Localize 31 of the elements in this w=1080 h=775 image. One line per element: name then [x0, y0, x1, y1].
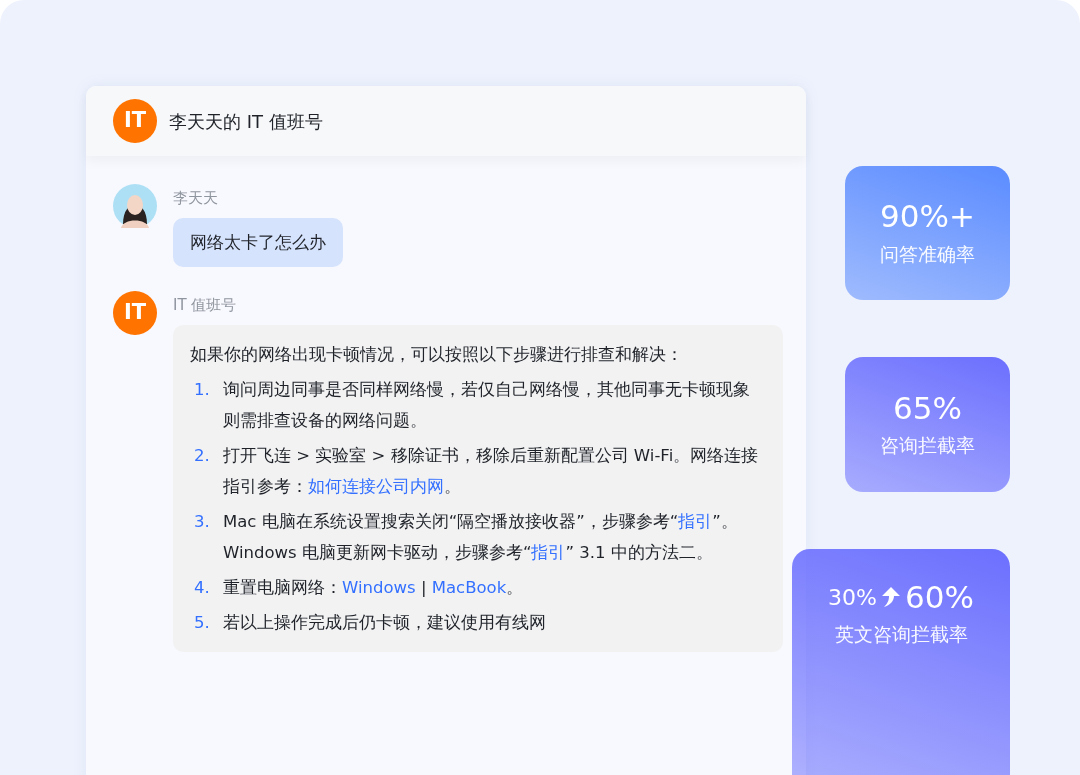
- step-text: Mac 电脑在系统设置搜索关闭“隔空播放接收器”，步骤参考“指引”。Windows 电脑更新网卡驱动，步骤参考“指引” 3.1 中的方法二。: [223, 510, 739, 564]
- sender-name: 李天天: [173, 188, 219, 209]
- message-bubble: 网络太卡了怎么办: [173, 217, 343, 267]
- step-number: 2.: [193, 444, 211, 467]
- step-number: 4.: [193, 576, 211, 599]
- link[interactable]: Windows: [342, 577, 416, 597]
- step-text: 打开飞连 > 实验室 > 移除证书，移除后重新配置公司 Wi-Fi。网络连接指引参考：如何连接公司内网。: [223, 444, 760, 498]
- step-number: 1.: [193, 378, 211, 401]
- stat-label: 咨询拦截率: [880, 432, 975, 458]
- stat-label: 问答准确率: [880, 241, 975, 267]
- arrow-up-icon: [881, 586, 901, 609]
- step-text: 重置电脑网络：Windows | MacBook。: [223, 576, 524, 599]
- stat-label: 英文咨询拦截率: [834, 622, 968, 647]
- message-text: 如果你的网络出现卡顿情况，可以按照以下步骤进行排查和解决：: [190, 343, 684, 366]
- step-text: 询问周边同事是否同样网络慢，若仅自己网络慢，其他同事无卡顿现象则需排查设备的网络问题。: [223, 378, 751, 432]
- chat-title: 李天天的 IT 值班号: [169, 109, 323, 134]
- link[interactable]: 如何连接公司内网: [308, 476, 444, 496]
- step-number: 5.: [193, 611, 211, 634]
- step-number: 3.: [193, 510, 211, 533]
- stat-value: 60%: [905, 578, 974, 616]
- avatar-icon: [113, 184, 157, 228]
- stat-value: 65%: [893, 389, 962, 427]
- sender-name: IT 值班号: [173, 295, 238, 316]
- link[interactable]: 指引: [678, 511, 713, 531]
- stat-before: 30%: [828, 583, 877, 612]
- stat-value: 90%+: [880, 198, 975, 236]
- step-text: 若以上操作完成后仍卡顿，建议使用有线网: [223, 611, 546, 634]
- link[interactable]: MacBook: [431, 577, 507, 597]
- logo-icon: IT: [113, 99, 157, 143]
- logo-icon: IT: [113, 291, 157, 335]
- link[interactable]: 指引: [531, 542, 566, 562]
